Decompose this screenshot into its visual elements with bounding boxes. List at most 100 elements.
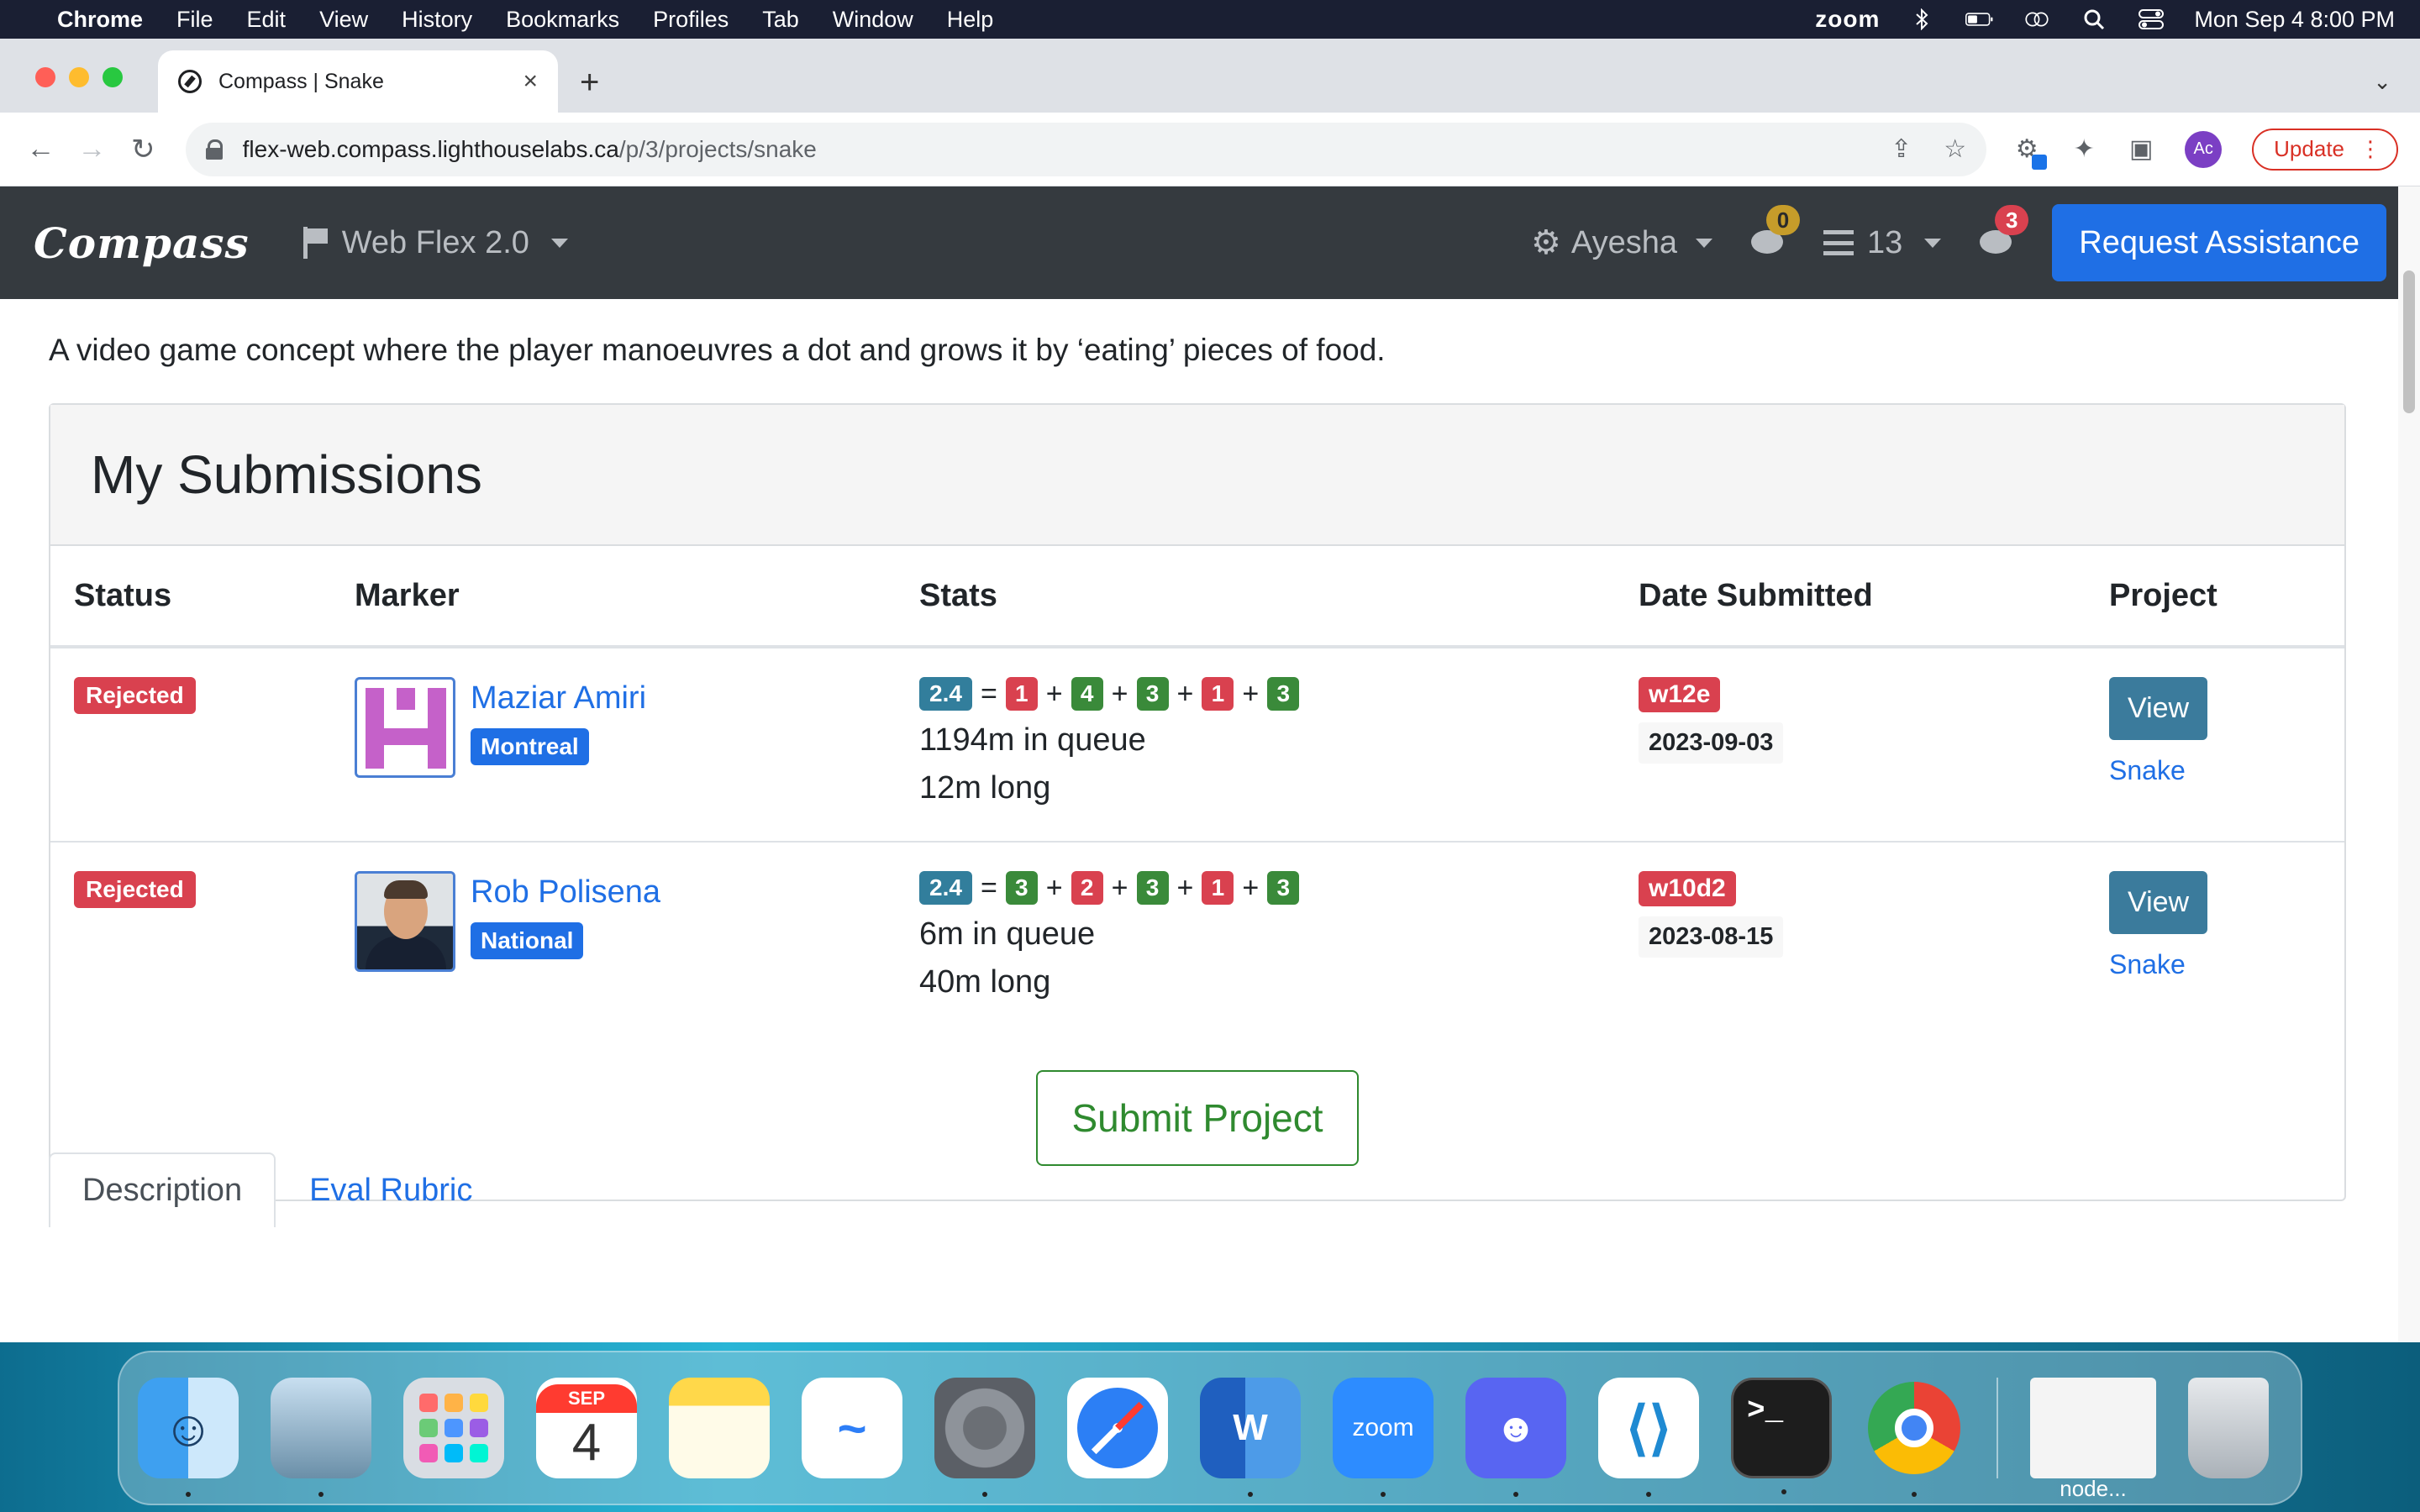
- submissions-table: Status Marker Stats Date Submitted Proje…: [50, 546, 2344, 1037]
- project-link[interactable]: Snake: [2109, 755, 2344, 786]
- menu-app-name[interactable]: Chrome: [57, 7, 143, 33]
- minimize-window-button[interactable]: [69, 67, 89, 87]
- freeform-icon[interactable]: ~: [802, 1378, 902, 1478]
- score-badge: 3: [1005, 871, 1038, 905]
- trash-icon[interactable]: [2188, 1378, 2269, 1478]
- share-icon[interactable]: ⇪: [1891, 134, 1912, 164]
- menu-view[interactable]: View: [319, 7, 368, 33]
- table-row: Rejected: [50, 842, 2344, 1037]
- update-button[interactable]: Update ⋮: [2252, 128, 2398, 171]
- discord-icon[interactable]: ☻: [1465, 1378, 1566, 1497]
- control-center-icon[interactable]: [2137, 9, 2165, 29]
- tab-search-chevron-icon[interactable]: ⌄: [2373, 69, 2391, 95]
- finder-icon[interactable]: ☺: [138, 1378, 239, 1497]
- messages-button[interactable]: 3: [1980, 205, 2029, 257]
- location-badge: National: [471, 922, 584, 959]
- menu-help[interactable]: Help: [947, 7, 994, 33]
- queue-count: 13: [1866, 224, 1903, 260]
- update-label: Update: [2274, 136, 2344, 161]
- marker-name-link[interactable]: Rob Polisena: [471, 874, 660, 911]
- close-tab-icon[interactable]: ×: [523, 67, 538, 96]
- project-link[interactable]: Snake: [2109, 949, 2344, 980]
- spotlight-search-icon[interactable]: [2080, 9, 2108, 30]
- menu-file[interactable]: File: [176, 7, 213, 33]
- terminal-icon[interactable]: >_: [1731, 1378, 1832, 1494]
- browser-toolbar: ← → ↻ flex-web.compass.lighthouselabs.ca…: [0, 113, 2420, 186]
- score-badge: 1: [1005, 677, 1038, 711]
- score-breakdown: 2.4 = 3 + 2 + 3 + 1 + 3: [919, 871, 1615, 905]
- project-tabs: Description Eval Rubric: [49, 1152, 506, 1227]
- user-name: Ayesha: [1570, 224, 1677, 260]
- menu-profiles[interactable]: Profiles: [653, 7, 729, 33]
- queue-dropdown[interactable]: 13: [1823, 224, 1942, 261]
- close-window-button[interactable]: [35, 67, 55, 87]
- view-button[interactable]: View: [2109, 677, 2208, 740]
- node-window-thumbnail[interactable]: node...: [2030, 1378, 2156, 1501]
- lock-icon[interactable]: [205, 139, 223, 160]
- menu-window[interactable]: Window: [833, 7, 913, 33]
- tab-eval-rubric[interactable]: Eval Rubric: [276, 1154, 506, 1227]
- menu-tab[interactable]: Tab: [762, 7, 799, 33]
- score-badge: 4: [1071, 677, 1103, 711]
- launchpad-icon[interactable]: [403, 1378, 504, 1478]
- gear-icon: ⚙: [1531, 224, 1561, 261]
- extension-gear-icon[interactable]: ⚙: [2013, 135, 2048, 170]
- notes-icon[interactable]: [669, 1378, 770, 1478]
- fullscreen-window-button[interactable]: [103, 67, 123, 87]
- location-badge: Montreal: [471, 728, 589, 765]
- menubar-clock[interactable]: Mon Sep 4 8:00 PM: [2194, 7, 2395, 33]
- calendar-day: 4: [571, 1413, 602, 1472]
- browser-tab-active[interactable]: Compass | Snake ×: [158, 50, 558, 113]
- column-header-status: Status: [50, 546, 331, 648]
- url-host: flex-web.compass.lighthouselabs.ca: [242, 135, 619, 162]
- menu-history[interactable]: History: [402, 7, 472, 33]
- avatar: [355, 677, 455, 778]
- calendar-icon[interactable]: SEP 4: [536, 1378, 637, 1478]
- flag-icon: [302, 227, 329, 259]
- address-bar[interactable]: flex-web.compass.lighthouselabs.ca/p/3/p…: [185, 122, 1987, 176]
- tab-description[interactable]: Description: [49, 1152, 276, 1227]
- safari-icon[interactable]: [1067, 1378, 1168, 1478]
- new-tab-button[interactable]: +: [580, 64, 599, 102]
- chrome-icon[interactable]: [1864, 1378, 1965, 1497]
- extensions-puzzle-icon[interactable]: ✦: [2070, 135, 2097, 163]
- menu-bookmarks[interactable]: Bookmarks: [506, 7, 619, 33]
- week-badge: w12e: [1639, 677, 1721, 712]
- calendar-month: SEP: [536, 1383, 637, 1413]
- notifications-button[interactable]: 0: [1750, 205, 1800, 257]
- request-assistance-button[interactable]: Request Assistance: [2052, 204, 2386, 281]
- marker-name-link[interactable]: Maziar Amiri: [471, 680, 646, 717]
- table-row: Rejected: [50, 647, 2344, 843]
- menu-edit[interactable]: Edit: [247, 7, 287, 33]
- system-settings-icon[interactable]: [934, 1378, 1035, 1497]
- profile-avatar[interactable]: Ac: [2185, 130, 2223, 168]
- marker-cell: Maziar Amiri Montreal: [355, 677, 896, 778]
- bluetooth-icon[interactable]: [1908, 8, 1937, 30]
- compass-logo[interactable]: Compass: [34, 218, 250, 268]
- cohort-dropdown[interactable]: Web Flex 2.0: [302, 225, 568, 261]
- preview-icon[interactable]: [271, 1378, 371, 1497]
- project-description: A video game concept where the player ma…: [49, 333, 1386, 367]
- side-panel-icon[interactable]: ▣: [2128, 135, 2154, 163]
- view-button[interactable]: View: [2109, 871, 2208, 934]
- reload-button[interactable]: ↻: [124, 133, 162, 166]
- zoom-app-icon[interactable]: zoom: [1333, 1378, 1434, 1497]
- vscode-icon[interactable]: ⟨⟩: [1598, 1378, 1699, 1497]
- caret-down-icon: [550, 238, 568, 248]
- battery-icon[interactable]: [1965, 9, 1994, 29]
- bookmark-star-icon[interactable]: ☆: [1944, 134, 1966, 164]
- screen-mirroring-icon[interactable]: [2023, 9, 2051, 29]
- messages-badge: 3: [1995, 205, 2029, 235]
- word-icon[interactable]: W: [1200, 1378, 1301, 1497]
- user-dropdown[interactable]: ⚙ Ayesha: [1531, 223, 1712, 262]
- compass-navbar: Compass Web Flex 2.0 ⚙ Ayesha 0 13 3 Req…: [0, 186, 2420, 299]
- submission-date: 2023-09-03: [1639, 722, 1784, 764]
- page-scrollbar[interactable]: [2398, 186, 2420, 1342]
- back-button[interactable]: ←: [22, 133, 60, 165]
- submit-project-button[interactable]: Submit Project: [1036, 1070, 1359, 1166]
- scrollbar-thumb[interactable]: [2403, 270, 2415, 413]
- zoom-status-item[interactable]: zoom: [1815, 6, 1880, 33]
- queue-time: 1194m in queue: [919, 722, 1146, 758]
- marker-photo: [357, 874, 453, 969]
- forward-button[interactable]: →: [73, 133, 111, 165]
